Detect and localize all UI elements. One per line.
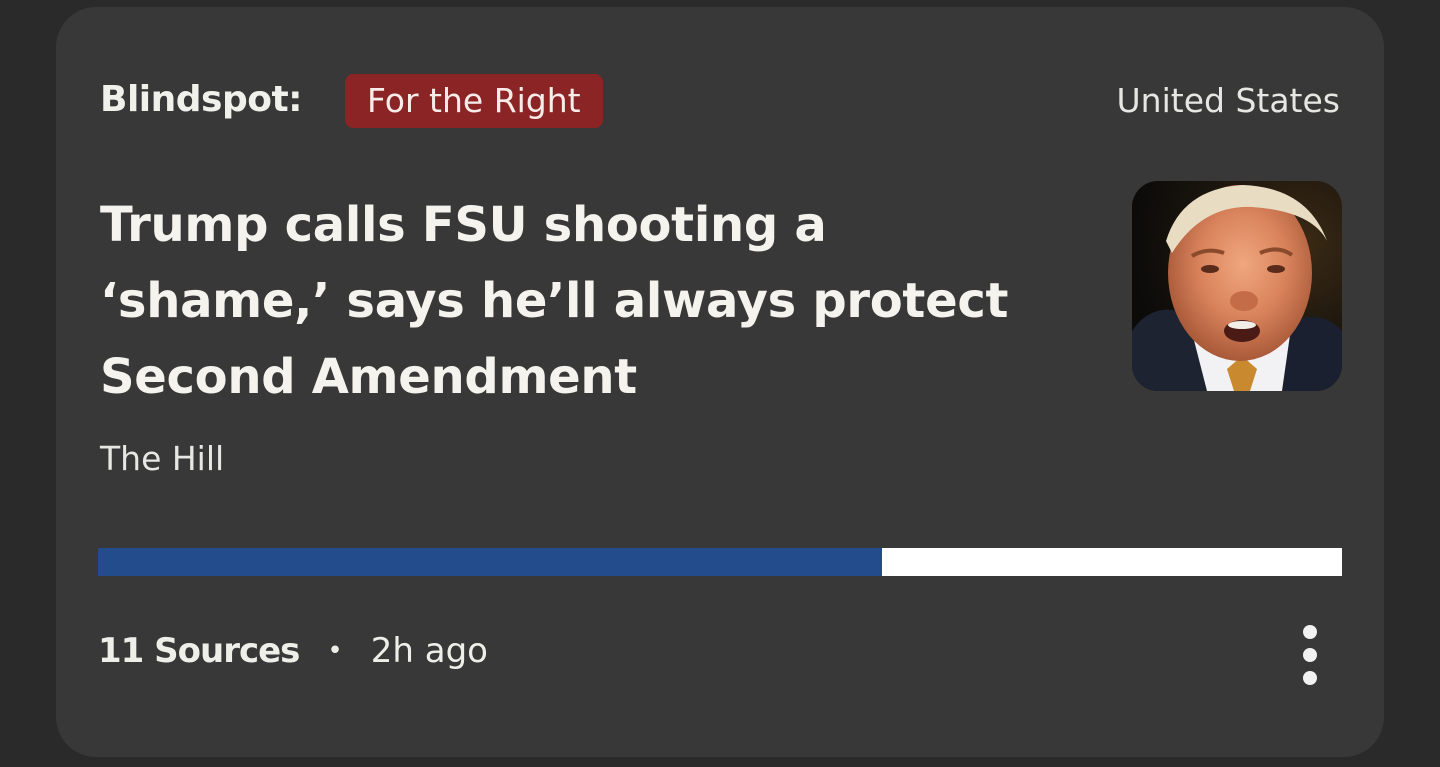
story-headline[interactable]: Trump calls FSU shooting a ‘shame,’ says… bbox=[100, 187, 1060, 415]
menu-dot bbox=[1303, 648, 1317, 662]
blindspot-tag: For the Right bbox=[345, 74, 603, 128]
story-card[interactable]: Blindspot: For the Right United States T… bbox=[56, 7, 1384, 757]
blindspot-label: Blindspot: bbox=[100, 79, 303, 120]
footer-separator: • bbox=[327, 636, 343, 666]
region-label: United States bbox=[1116, 81, 1340, 120]
bias-distribution-bar bbox=[98, 548, 1342, 576]
source-name[interactable]: The Hill bbox=[100, 439, 224, 478]
published-time: 2h ago bbox=[370, 631, 488, 671]
story-thumbnail[interactable] bbox=[1132, 181, 1342, 391]
menu-dot bbox=[1303, 625, 1317, 639]
story-footer: 11 Sources • 2h ago bbox=[98, 631, 488, 671]
sources-count[interactable]: 11 Sources bbox=[98, 631, 300, 671]
bias-left-segment bbox=[98, 548, 882, 576]
portrait-image bbox=[1132, 181, 1342, 391]
more-options-icon[interactable] bbox=[1292, 619, 1328, 691]
menu-dot bbox=[1303, 671, 1317, 685]
